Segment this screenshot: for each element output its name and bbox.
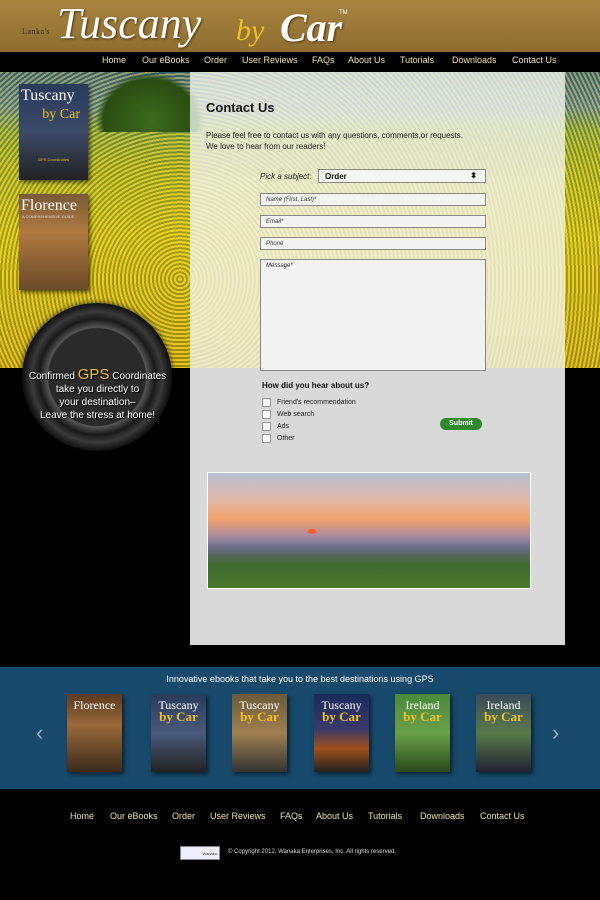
contact-intro-line2: We love to hear from our readers! <box>206 142 326 151</box>
carousel-book-tuscany-3[interactable]: Tuscany by Car <box>314 694 369 772</box>
nav-contact-us[interactable]: Contact Us <box>512 55 557 65</box>
nav-about-us[interactable]: About Us <box>348 55 385 65</box>
sidebar-book-tuscany[interactable]: Tuscany by Car GPS Coordinates <box>19 84 88 180</box>
contact-intro-line1: Please feel free to contact us with any … <box>206 131 464 140</box>
select-caret-icon: ⬍ <box>470 171 477 180</box>
checkbox[interactable] <box>262 410 271 419</box>
carousel-book-subtitle: by Car <box>484 709 523 724</box>
brand-trademark: TM <box>339 10 348 16</box>
copyright-text: © Copyright 2012, Wanaka Enterprises, In… <box>228 849 396 855</box>
subject-select[interactable]: Order ⬍ <box>318 169 486 183</box>
site-header: Lanka's Tuscany by Car TM <box>0 0 600 52</box>
carousel-book-tuscany-1[interactable]: Tuscany by Car <box>151 694 206 772</box>
footer-nav-about-us[interactable]: About Us <box>316 811 353 821</box>
nav-downloads[interactable]: Downloads <box>452 55 497 65</box>
gps-promo-line2: take you directly to <box>55 384 140 395</box>
carousel-book-florence[interactable]: Florence <box>67 694 122 772</box>
gps-promo-gps: GPS <box>77 366 110 383</box>
carousel-title: Innovative ebooks that take you to the b… <box>166 674 434 684</box>
footer-nav-faqs[interactable]: FAQs <box>280 811 303 821</box>
nav-user-reviews[interactable]: User Reviews <box>242 55 298 65</box>
footer-nav-our-ebooks[interactable]: Our eBooks <box>110 811 158 821</box>
carousel-book-subtitle: by Car <box>403 709 442 724</box>
subject-select-value: Order <box>325 172 347 181</box>
submit-button[interactable]: Submit <box>440 418 482 430</box>
footer-nav-home[interactable]: Home <box>70 811 94 821</box>
message-field[interactable]: Message* <box>260 259 486 371</box>
phone-field[interactable]: Phone <box>260 237 486 250</box>
wanaka-logo[interactable]: Wanaka <box>180 846 220 860</box>
carousel-book-subtitle: by Car <box>240 709 279 724</box>
gps-promo-line1b: Coordinates <box>112 371 167 382</box>
referral-option-other[interactable]: Other <box>262 434 295 444</box>
page-title: Contact Us <box>206 100 275 115</box>
footer-nav-contact-us[interactable]: Contact Us <box>480 811 525 821</box>
sidebar-book-florence-title: Florence <box>21 197 77 214</box>
trees-background <box>95 72 205 132</box>
referral-option-friend[interactable]: Friend's recommendation <box>262 398 356 408</box>
contact-intro: Please feel free to contact us with any … <box>206 130 506 152</box>
carousel-book-ireland-2[interactable]: Ireland by Car <box>476 694 531 772</box>
referral-question: How did you hear about us? <box>262 381 370 390</box>
nav-tutorials[interactable]: Tutorials <box>400 55 434 65</box>
sun-graphic <box>308 529 316 534</box>
gps-promo-text: Confirmed GPS Coordinates take you direc… <box>20 366 175 422</box>
tuscany-sunset-photo <box>207 472 531 589</box>
sidebar-book-florence[interactable]: Florence A COMPREHENSIVE GUIDE <box>19 194 88 290</box>
sidebar-book-tuscany-subtitle: by Car <box>42 107 80 122</box>
nav-our-ebooks[interactable]: Our eBooks <box>142 55 190 65</box>
brand-logo-by: by <box>236 14 265 47</box>
footer-nav-user-reviews[interactable]: User Reviews <box>210 811 266 821</box>
brand-small-text: Lanka's <box>22 27 51 36</box>
carousel-book-tuscany-2[interactable]: Tuscany by Car <box>232 694 287 772</box>
nav-home[interactable]: Home <box>102 55 126 65</box>
carousel-book-subtitle: by Car <box>159 709 198 724</box>
gps-promo-line4: Leave the stress at home! <box>39 410 156 421</box>
checkbox[interactable] <box>262 398 271 407</box>
sidebar-book-tuscany-gps: GPS Coordinates <box>37 157 70 162</box>
name-field[interactable]: Name (First, Last)* <box>260 193 486 206</box>
carousel-prev-icon[interactable]: ‹ <box>36 720 43 746</box>
carousel-book-subtitle: by Car <box>322 709 361 724</box>
carousel-book-title: Florence <box>73 698 116 712</box>
footer-nav-downloads[interactable]: Downloads <box>420 811 465 821</box>
subject-label: Pick a subject: <box>260 172 312 181</box>
top-navigation: Home Our eBooks Order User Reviews FAQs … <box>0 52 600 72</box>
footer-nav-tutorials[interactable]: Tutorials <box>368 811 402 821</box>
carousel-book-ireland-1[interactable]: Ireland by Car <box>395 694 450 772</box>
referral-option-ads[interactable]: Ads <box>262 422 289 432</box>
referral-option-web-search[interactable]: Web search <box>262 410 314 420</box>
carousel-next-icon[interactable]: › <box>552 720 559 746</box>
brand-logo-car: Car <box>280 5 343 50</box>
brand-logo-tuscany[interactable]: Tuscany <box>57 0 201 49</box>
sidebar-book-tuscany-title: Tuscany <box>21 87 75 104</box>
checkbox[interactable] <box>262 422 271 431</box>
nav-order[interactable]: Order <box>204 55 227 65</box>
checkbox[interactable] <box>262 434 271 443</box>
nav-faqs[interactable]: FAQs <box>312 55 335 65</box>
gps-promo-line1a: Confirmed <box>28 371 75 382</box>
email-field[interactable]: Email* <box>260 215 486 228</box>
sidebar-book-florence-subtitle: A COMPREHENSIVE GUIDE <box>22 214 75 219</box>
gps-promo-line3: your destination– <box>59 397 136 408</box>
footer-nav-order[interactable]: Order <box>172 811 195 821</box>
